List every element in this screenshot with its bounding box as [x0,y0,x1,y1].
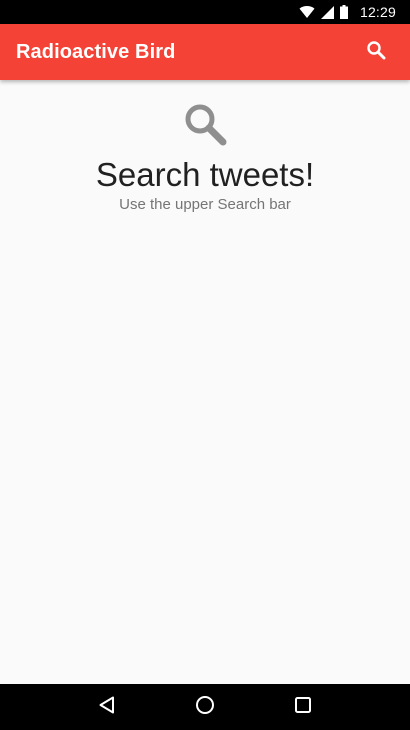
recents-button[interactable] [283,687,323,727]
screen: 12:29 Radioactive Bird Search tweets! Us… [0,0,410,730]
navigation-bar [0,684,410,730]
app-bar: Radioactive Bird [0,24,410,80]
empty-state-subtitle: Use the upper Search bar [119,196,291,213]
main-content: Search tweets! Use the upper Search bar [0,80,410,684]
cell-signal-icon [320,5,334,19]
status-bar: 12:29 [0,0,410,24]
wifi-icon [299,5,315,19]
battery-icon [339,5,348,19]
recents-icon [294,696,312,719]
back-icon [98,696,116,719]
home-icon [195,695,215,720]
back-button[interactable] [87,687,127,727]
home-button[interactable] [185,687,225,727]
app-title: Radioactive Bird [16,40,176,63]
empty-state-title: Search tweets! [95,156,315,193]
search-icon [181,100,229,148]
status-icons: 12:29 [299,4,396,20]
status-time: 12:29 [359,4,396,20]
search-icon [366,40,386,65]
search-button[interactable] [356,32,396,72]
empty-state: Search tweets! Use the upper Search bar [0,80,410,213]
